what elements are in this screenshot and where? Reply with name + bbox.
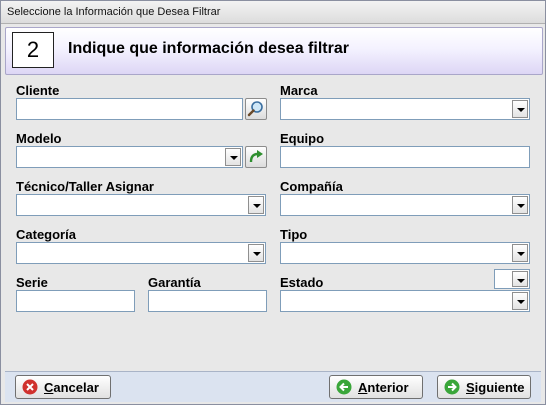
compania-label: Compañía <box>280 179 343 194</box>
search-button[interactable] <box>245 98 267 120</box>
chevron-down-icon[interactable] <box>512 100 528 118</box>
tipo-select[interactable] <box>280 242 530 264</box>
chevron-down-icon[interactable] <box>225 148 241 166</box>
back-label: Anterior <box>358 380 409 395</box>
step-heading: Indique que información desea filtrar <box>68 40 349 57</box>
button-bar: Cancelar Anterior Siguiente <box>5 371 541 402</box>
marca-label: Marca <box>280 83 318 98</box>
window-title: Seleccione la Información que Desea Filt… <box>7 6 221 18</box>
tipo-label: Tipo <box>280 227 308 242</box>
garantia-label: Garantía <box>148 275 201 290</box>
cliente-label: Cliente <box>16 83 60 98</box>
estado-small-select[interactable] <box>494 269 530 289</box>
dialog-window: Seleccione la Información que Desea Filt… <box>0 0 546 405</box>
next-label: Siguiente <box>466 380 525 395</box>
chevron-down-icon[interactable] <box>512 244 528 262</box>
serie-label: Serie <box>16 275 48 290</box>
modelo-label: Modelo <box>16 131 62 146</box>
chevron-down-icon[interactable] <box>512 196 528 214</box>
estado-label: Estado <box>280 275 324 290</box>
back-button[interactable]: Anterior <box>329 375 423 399</box>
categoria-select[interactable] <box>16 242 266 264</box>
marca-select[interactable] <box>280 98 530 120</box>
green-arrow-icon <box>249 150 263 163</box>
equipo-label: Equipo <box>280 131 325 146</box>
compania-select[interactable] <box>280 194 530 216</box>
chevron-down-icon[interactable] <box>512 292 528 310</box>
chevron-down-icon[interactable] <box>248 196 264 214</box>
cliente-input[interactable] <box>16 98 243 120</box>
next-button[interactable]: Siguiente <box>437 375 531 399</box>
chevron-down-icon[interactable] <box>248 244 264 262</box>
equipo-input[interactable] <box>280 146 530 168</box>
arrow-right-icon <box>444 379 460 395</box>
serie-input[interactable] <box>16 290 135 312</box>
title-bar: Seleccione la Información que Desea Filt… <box>1 1 545 24</box>
cancel-label: Cancelar <box>44 380 99 395</box>
tecnico-select[interactable] <box>16 194 266 216</box>
cancel-icon <box>22 379 38 395</box>
step-header: 2 Indique que información desea filtrar <box>5 27 543 75</box>
magnifier-icon <box>247 101 263 117</box>
step-number: 2 <box>12 32 54 68</box>
arrow-left-icon <box>336 379 352 395</box>
categoria-label: Categoría <box>16 227 76 242</box>
tecnico-label: Técnico/Taller Asignar <box>16 179 154 194</box>
cancel-button[interactable]: Cancelar <box>15 375 111 399</box>
estado-select[interactable] <box>280 290 530 312</box>
chevron-down-icon[interactable] <box>512 271 528 287</box>
garantia-input[interactable] <box>148 290 267 312</box>
refresh-button[interactable] <box>245 146 267 168</box>
modelo-select[interactable] <box>16 146 243 168</box>
